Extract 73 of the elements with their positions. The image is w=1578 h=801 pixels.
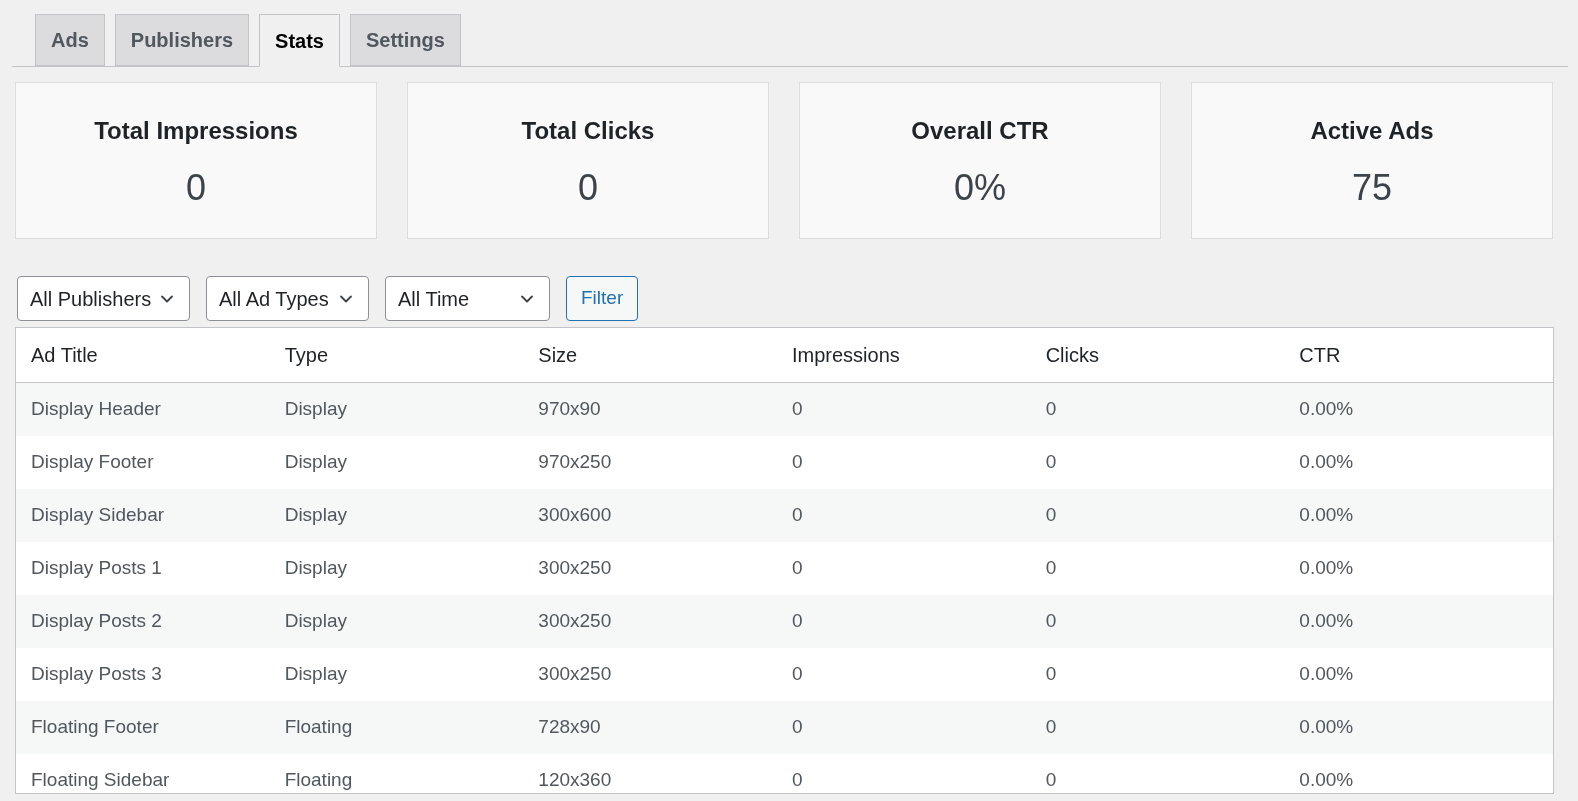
- table-cell-text: Display Sidebar: [31, 503, 166, 528]
- table-cell-text: Display: [284, 450, 348, 475]
- table-cell-text: 120x360: [538, 768, 613, 793]
- table-cell-text: 0: [792, 397, 804, 422]
- table-cell-text: 0: [1045, 556, 1058, 581]
- dropdown-value: All Ad Types: [219, 286, 329, 312]
- column-header: CTR: [1299, 343, 1342, 368]
- dropdown[interactable]: All Publishers: [17, 276, 190, 321]
- filter-button[interactable]: Filter: [566, 276, 639, 321]
- table-cell-text: 0.00%: [1299, 609, 1355, 634]
- table-cell-text: Display: [284, 556, 348, 581]
- tab[interactable]: Ads: [35, 14, 105, 66]
- table-cell-text: 0.00%: [1299, 715, 1355, 740]
- table-cell-text: Display Footer: [31, 450, 155, 475]
- table-cell-text: 970x90: [538, 397, 602, 422]
- table-cell-text: 728x90: [538, 715, 602, 740]
- table-cell-text: 0: [792, 768, 804, 793]
- table-cell-text: 0.00%: [1299, 556, 1355, 581]
- table-cell-text: Display Header: [31, 397, 162, 422]
- table-cell-text: 0.00%: [1299, 503, 1355, 528]
- table-cell-text: 0: [1045, 662, 1058, 687]
- stat-title: Active Ads: [1310, 116, 1434, 146]
- table-cell-text: Display Posts 2: [31, 609, 163, 634]
- table-cell-text: 300x250: [538, 662, 613, 687]
- tab[interactable]: Settings: [349, 14, 461, 66]
- table-cell-text: 0: [1045, 450, 1058, 475]
- table-cell-text: 0: [792, 450, 804, 475]
- stat-value: 75: [1351, 166, 1392, 210]
- column-header: Ad Title: [31, 343, 99, 368]
- table-cell-text: 0: [1045, 768, 1058, 793]
- stat-value: 0: [578, 166, 598, 210]
- table-cell-text: 0: [1045, 397, 1058, 422]
- table-cell-text: 0.00%: [1299, 662, 1355, 687]
- column-header: Size: [538, 343, 579, 368]
- table-cell-text: 300x250: [538, 556, 613, 581]
- stat-title: Total Impressions: [94, 116, 298, 146]
- table-cell-text: 0: [792, 556, 804, 581]
- dropdown[interactable]: All Ad Types: [206, 276, 369, 321]
- stat-title: Overall CTR: [911, 116, 1049, 146]
- dropdown[interactable]: All Time: [385, 276, 550, 321]
- column-header: Type: [284, 343, 329, 368]
- stat-value: 0%: [954, 166, 1006, 210]
- table-cell-text: Floating: [284, 768, 354, 793]
- dropdown-value: All Time: [398, 286, 470, 312]
- table-cell-text: 0: [1045, 609, 1058, 634]
- table-cell-text: Display Posts 1: [31, 556, 163, 581]
- table-cell-text: 0: [792, 715, 804, 740]
- table-cell-text: Floating: [284, 715, 354, 740]
- dropdown-value: All Publishers: [30, 286, 152, 312]
- table-cell-text: Floating Sidebar: [31, 768, 171, 793]
- table-cell-text: 0: [792, 503, 804, 528]
- table-cell-text: 0: [1045, 503, 1058, 528]
- column-header: Clicks: [1045, 343, 1100, 368]
- table-cell-text: 0: [792, 609, 804, 634]
- table-cell-text: 0.00%: [1299, 397, 1355, 422]
- column-header: Impressions: [792, 343, 901, 368]
- stat-value: 0: [186, 166, 206, 210]
- table-cell-text: Display: [284, 503, 348, 528]
- table-cell-text: 300x600: [538, 503, 613, 528]
- table-cell-text: 0.00%: [1299, 768, 1355, 793]
- table-cell-text: Floating Footer: [31, 715, 160, 740]
- table-cell-text: 0: [1045, 715, 1058, 740]
- table-cell-text: Display: [284, 662, 348, 687]
- table-cell-text: Display: [284, 397, 348, 422]
- table-cell-text: Display: [284, 609, 348, 634]
- stat-title: Total Clicks: [521, 116, 655, 146]
- table-cell-text: 0: [792, 662, 804, 687]
- table-cell-text: 0.00%: [1299, 450, 1355, 475]
- table-cell-text: 970x250: [538, 450, 613, 475]
- tab[interactable]: Publishers: [114, 14, 250, 66]
- table-cell-text: Display Posts 3: [31, 662, 163, 687]
- table-cell-text: 300x250: [538, 609, 613, 634]
- tab[interactable]: Stats: [259, 14, 340, 67]
